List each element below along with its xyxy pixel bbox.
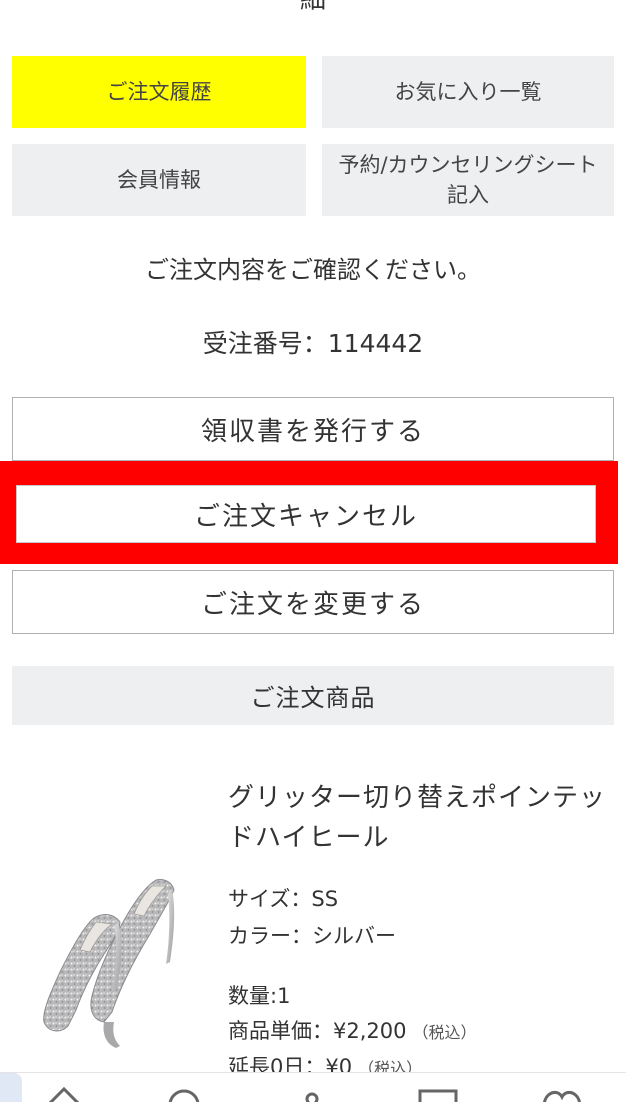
product-image[interactable] xyxy=(34,872,194,1052)
quantity-label: 数量: xyxy=(228,984,278,1008)
nav-edge-tab xyxy=(0,1073,22,1102)
favorites-label: お気に入り一覧 xyxy=(394,80,542,104)
order-number-value: 114442 xyxy=(327,329,424,358)
unit-price-value: ¥2,200 xyxy=(333,1019,407,1043)
color-value: シルバー xyxy=(312,924,396,948)
cancel-order-label: ご注文キャンセル xyxy=(193,501,418,532)
issue-receipt-button[interactable]: 領収書を発行する xyxy=(12,397,614,461)
home-icon[interactable] xyxy=(40,1079,88,1102)
cart-icon[interactable] xyxy=(414,1079,462,1102)
unit-price-label: 商品単価： xyxy=(228,1019,333,1043)
change-order-button[interactable]: ご注文を変更する xyxy=(12,570,614,634)
size-value: SS xyxy=(311,887,339,911)
order-number: 受注番号：114442 xyxy=(0,326,626,362)
reservation-sheet-button[interactable]: 予約/カウンセリングシート記入 xyxy=(322,144,614,216)
page-heading: 細 xyxy=(299,0,326,15)
product-unit-price: 商品単価：¥2,200 （税込） xyxy=(228,1016,477,1048)
heart-icon[interactable] xyxy=(538,1079,586,1102)
reservation-sheet-label: 予約/カウンセリングシート記入 xyxy=(338,153,598,207)
change-order-label: ご注文を変更する xyxy=(200,589,425,620)
member-info-button[interactable]: 会員情報 xyxy=(12,144,306,216)
user-icon[interactable] xyxy=(288,1079,336,1102)
product-quantity: 数量:1 xyxy=(228,981,290,1011)
quantity-value: 1 xyxy=(277,984,291,1008)
order-number-label: 受注番号： xyxy=(202,329,328,358)
glitter-pumps-image xyxy=(43,879,175,1048)
product-size: サイズ：SS xyxy=(228,884,338,914)
intro-message: ご注文内容をご確認ください。 xyxy=(145,256,481,284)
order-history-button[interactable]: ご注文履歴 xyxy=(12,56,306,128)
bottom-navigation xyxy=(0,1072,626,1102)
issue-receipt-label: 領収書を発行する xyxy=(200,416,425,447)
member-info-label: 会員情報 xyxy=(117,168,201,192)
search-icon[interactable] xyxy=(160,1079,208,1102)
ordered-products-header: ご注文商品 xyxy=(12,666,614,725)
product-color: カラー：シルバー xyxy=(228,921,396,951)
order-history-label: ご注文履歴 xyxy=(106,80,212,104)
size-label: サイズ： xyxy=(228,887,312,911)
unit-price-tax-note: （税込） xyxy=(412,1023,477,1042)
cancel-order-button[interactable]: ご注文キャンセル xyxy=(16,485,596,543)
favorites-button[interactable]: お気に入り一覧 xyxy=(322,56,614,128)
product-name[interactable]: グリッター切り替えポインテッドハイヒール xyxy=(228,778,608,858)
color-label: カラー： xyxy=(228,924,312,948)
